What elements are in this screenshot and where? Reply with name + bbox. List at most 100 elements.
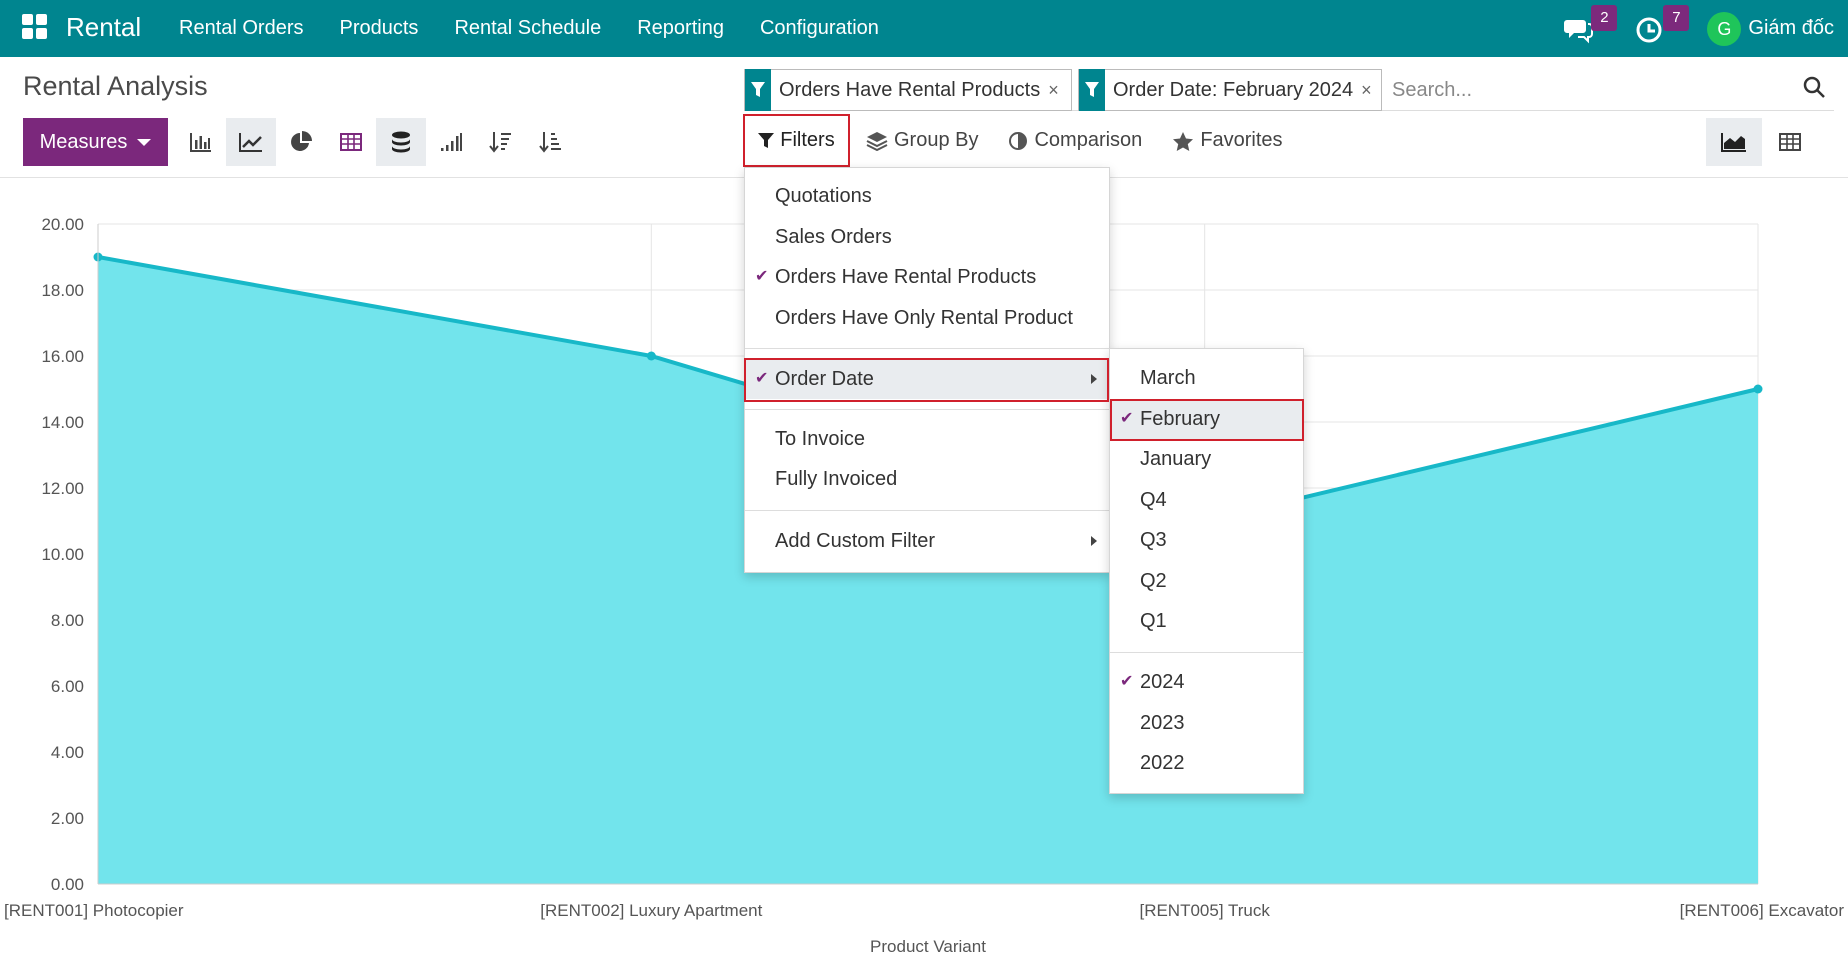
pie-chart-icon — [291, 131, 312, 151]
avatar[interactable]: G — [1707, 11, 1742, 46]
x-tick-label: [RENT005] Truck — [1139, 901, 1270, 920]
filter-rental-products[interactable]: ✔ Orders Have Rental Products — [745, 257, 1109, 297]
facet-remove-icon[interactable]: × — [1048, 80, 1065, 101]
user-name[interactable]: Giám đốc — [1748, 17, 1834, 40]
filters-dropdown: Quotations Sales Orders ✔ Orders Have Re… — [744, 167, 1110, 573]
date-option-label: 2022 — [1140, 752, 1185, 774]
filter-sales-orders[interactable]: Sales Orders — [745, 217, 1109, 257]
group-by-button[interactable]: Group By — [866, 129, 978, 152]
filter-fully-invoiced[interactable]: Fully Invoiced — [745, 459, 1109, 499]
y-tick-label: 8.00 — [51, 611, 84, 630]
menu-divider — [1110, 652, 1303, 653]
star-icon — [1173, 131, 1194, 151]
app-grid-icon[interactable] — [22, 14, 48, 40]
x-axis-title: Product Variant — [870, 937, 986, 956]
comparison-label: Comparison — [1034, 129, 1143, 151]
menu-rental-schedule[interactable]: Rental Schedule — [454, 0, 601, 57]
adjust-circle-icon — [1009, 131, 1028, 150]
y-tick-label: 16.00 — [41, 347, 84, 366]
search-bar: Orders Have Rental Products × Order Date… — [744, 67, 1834, 111]
date-option-label: March — [1140, 367, 1196, 389]
favorites-label: Favorites — [1200, 129, 1283, 151]
filter-quotations[interactable]: Quotations — [745, 176, 1109, 216]
graph-view-button[interactable] — [1706, 118, 1762, 166]
y-tick-label: 0.00 — [51, 875, 84, 894]
order-date-submenu: March ✔ February January Q4 Q3 Q2 Q1 ✔ 2… — [1109, 348, 1304, 794]
pivot-table-button[interactable] — [326, 118, 376, 166]
filter-icon — [758, 132, 775, 148]
favorites-button[interactable]: Favorites — [1172, 129, 1283, 152]
caret-down-icon — [137, 138, 152, 146]
comparison-button[interactable]: Comparison — [1008, 129, 1142, 152]
x-tick-label: [RENT006] Excavator — [1680, 901, 1845, 920]
filter-only-rental-product[interactable]: Orders Have Only Rental Product — [745, 298, 1109, 338]
add-custom-filter[interactable]: Add Custom Filter — [745, 521, 1109, 561]
y-tick-label: 18.00 — [41, 281, 84, 300]
bar-chart-button[interactable] — [176, 118, 226, 166]
date-option-label: Q1 — [1140, 610, 1167, 632]
main-menu: Rental Orders Products Rental Schedule R… — [179, 0, 915, 57]
facet-label: Orders Have Rental Products — [779, 78, 1041, 101]
menu-divider — [745, 510, 1109, 511]
menu-products[interactable]: Products — [340, 0, 419, 57]
search-input[interactable] — [1392, 75, 1752, 105]
data-point — [646, 351, 656, 361]
line-chart-icon — [239, 133, 262, 152]
menu-rental-orders[interactable]: Rental Orders — [179, 0, 304, 57]
date-option-label: 2024 — [1140, 671, 1185, 693]
date-option-february[interactable]: ✔ February — [1110, 399, 1303, 439]
sort-ascending-button[interactable] — [526, 118, 576, 166]
caret-right-icon — [1091, 536, 1097, 546]
date-option-january[interactable]: January — [1110, 439, 1303, 479]
y-tick-label: 20.00 — [41, 215, 84, 234]
date-option-label: Q3 — [1140, 529, 1167, 551]
x-tick-label: [RENT002] Luxury Apartment — [540, 901, 762, 920]
app-brand[interactable]: Rental — [66, 12, 141, 43]
menu-reporting[interactable]: Reporting — [637, 0, 724, 57]
date-option-march[interactable]: March — [1110, 358, 1303, 398]
date-option-2023[interactable]: 2023 — [1110, 703, 1303, 743]
date-option-q3[interactable]: Q3 — [1110, 520, 1303, 560]
activities-clock-icon[interactable]: 7 — [1635, 4, 1690, 44]
filter-label: Fully Invoiced — [775, 468, 898, 490]
y-tick-label: 10.00 — [41, 545, 84, 564]
date-option-2024[interactable]: ✔ 2024 — [1110, 662, 1303, 702]
pie-chart-button[interactable] — [276, 118, 326, 166]
filters-button[interactable]: Filters — [743, 114, 850, 167]
sort-ascending-icon — [539, 132, 561, 153]
measures-label: Measures — [39, 130, 128, 153]
pivot-view-button[interactable] — [1762, 118, 1818, 166]
caret-right-icon — [1091, 374, 1097, 384]
menu-configuration[interactable]: Configuration — [760, 0, 879, 57]
date-option-2022[interactable]: 2022 — [1110, 743, 1303, 783]
filter-order-date[interactable]: ✔ Order Date — [745, 359, 1109, 399]
bar-chart-icon — [190, 133, 211, 152]
stacked-button[interactable] — [376, 118, 426, 166]
sort-descending-button[interactable] — [476, 118, 526, 166]
y-tick-label: 4.00 — [51, 743, 84, 762]
date-option-q4[interactable]: Q4 — [1110, 480, 1303, 520]
date-option-q1[interactable]: Q1 — [1110, 601, 1303, 641]
messages-icon[interactable]: 2 — [1563, 4, 1618, 44]
filter-label: To Invoice — [775, 428, 866, 450]
y-tick-label: 6.00 — [51, 677, 84, 696]
filter-icon — [745, 69, 771, 111]
y-tick-label: 2.00 — [51, 809, 84, 828]
facet-remove-icon[interactable]: × — [1361, 80, 1378, 101]
date-option-q2[interactable]: Q2 — [1110, 561, 1303, 601]
filter-label: Quotations — [775, 185, 872, 207]
checkmark-icon: ✔ — [1120, 410, 1134, 427]
x-tick-label: [RENT001] Photocopier — [4, 901, 184, 920]
measures-button[interactable]: Measures — [23, 118, 168, 166]
filters-label: Filters — [780, 129, 835, 151]
filter-icon — [1079, 69, 1105, 111]
filter-to-invoice[interactable]: To Invoice — [745, 419, 1109, 459]
y-tick-label: 14.00 — [41, 413, 84, 432]
search-options-bar: Filters Group By Comparison Favorites — [743, 114, 1313, 167]
cumulative-button[interactable] — [426, 118, 476, 166]
date-option-label: February — [1140, 408, 1221, 430]
search-icon[interactable] — [1802, 75, 1828, 101]
facet-label: Order Date: February 2024 — [1113, 78, 1354, 101]
line-chart-button[interactable] — [226, 118, 276, 166]
area-chart-icon — [1721, 133, 1746, 152]
